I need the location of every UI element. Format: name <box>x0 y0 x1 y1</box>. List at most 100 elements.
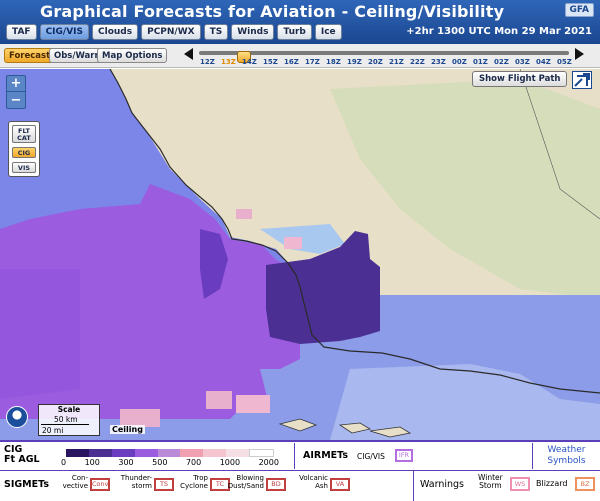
sigmet-item: Blowing Dust/Sand BD <box>226 474 290 498</box>
zoom-out-button[interactable]: − <box>7 93 25 109</box>
visibility-layer-button[interactable]: VIS <box>12 162 36 173</box>
timeline-hour-00z[interactable]: 00Z <box>452 58 467 67</box>
cig-tick-label: 2000 <box>258 458 279 467</box>
warnings-label: Warnings <box>420 479 465 490</box>
timeline-hour-20z[interactable]: 20Z <box>368 58 383 67</box>
winter-storm-label: Winter Storm <box>478 473 503 490</box>
page-title: Graphical Forecasts for Aviation - Ceili… <box>40 2 505 21</box>
timeline-hour-02z[interactable]: 02Z <box>494 58 509 67</box>
sigmet-item: Thunder- storm TS <box>114 474 178 498</box>
mvfr-patch <box>236 209 252 219</box>
airmet-cig-vis-label: CIG/VIS <box>357 452 385 461</box>
timeline-hour-12z[interactable]: 12Z <box>200 58 215 67</box>
cig-tick-label: 1000 <box>219 458 241 467</box>
timeline-hour-21z[interactable]: 21Z <box>389 58 404 67</box>
step-forward-icon[interactable] <box>575 48 584 60</box>
sigmet-item: Trop Cyclone TC <box>170 474 234 498</box>
tab-winds[interactable]: Winds <box>231 24 275 40</box>
timeline-hour-13z[interactable]: 13Z <box>221 58 236 67</box>
forecast-button[interactable]: Forecast <box>4 48 56 63</box>
scale-mi-label: 20 mi <box>42 426 64 435</box>
scale-bar <box>41 424 89 425</box>
timeline-hour-22z[interactable]: 22Z <box>410 58 425 67</box>
sigmet-swatch: Conv <box>90 478 110 491</box>
sigmet-label: Trop Cyclone <box>180 474 208 490</box>
tab-clouds[interactable]: Clouds <box>92 24 139 40</box>
cig-color-bar <box>66 449 275 457</box>
timeline-hour-01z[interactable]: 01Z <box>473 58 488 67</box>
sigmet-label: Con- vective <box>62 474 88 490</box>
cig-title-line2: Ft AGL <box>4 454 40 465</box>
timeline-hour-04z[interactable]: 04Z <box>536 58 551 67</box>
timeline-hour-16z[interactable]: 16Z <box>284 58 299 67</box>
weather-symbols-link[interactable]: Weather Symbols <box>532 443 600 469</box>
cig-ticks: 0 100 300 500 700 1000 2000 <box>61 458 279 467</box>
map-canvas <box>0 69 600 440</box>
gfa-badge[interactable]: GFA <box>564 3 594 17</box>
mvfr-patch <box>284 237 302 249</box>
noaa-logo <box>6 406 28 428</box>
map-scale: Scale 50 km 20 mi <box>38 404 100 436</box>
airmets-section: AIRMETs CIG/VIS IFR <box>294 443 530 469</box>
mvfr-patch <box>236 395 270 413</box>
cig-tick-label: 0 <box>61 458 67 467</box>
tab-pcpn-wx[interactable]: PCPN/WX <box>141 24 201 40</box>
show-flight-path-button[interactable]: Show Flight Path <box>472 71 568 87</box>
timeline-hour-15z[interactable]: 15Z <box>263 58 278 67</box>
timeline-hour-14z[interactable]: 14Z <box>242 58 257 67</box>
sigmet-swatch: BD <box>266 478 286 491</box>
legend: CIG Ft AGL 0 100 300 500 700 1000 2000 AIRMETs… <box>0 440 600 501</box>
cig-color-segment <box>203 449 227 457</box>
cig-color-segment <box>180 449 204 457</box>
scale-km-label: 50 km <box>54 415 78 424</box>
tab-ts[interactable]: TS <box>203 24 229 40</box>
product-tabs: TAF CIG/VIS Clouds PCPN/WX TS Winds Turb… <box>6 24 342 40</box>
airmet-ifr-swatch: IFR <box>395 449 413 462</box>
tab-turb[interactable]: Turb <box>277 24 312 40</box>
time-slider-track[interactable] <box>199 51 569 63</box>
expand-icon[interactable] <box>572 71 592 89</box>
forecast-time-label: +2hr 1300 UTC Mon 29 Mar 2021 <box>406 26 592 37</box>
timeline-hour-17z[interactable]: 17Z <box>305 58 320 67</box>
tab-cig-vis[interactable]: CIG/VIS <box>39 24 89 40</box>
cig-color-segment <box>66 449 89 457</box>
cig-tick-label: 300 <box>118 458 134 467</box>
sigmet-swatch: VA <box>330 478 350 491</box>
sigmet-item: Volcanic Ash VA <box>290 474 354 498</box>
scale-title: Scale <box>57 405 81 414</box>
sigmet-label: Volcanic Ash <box>299 474 328 490</box>
ceiling-layer-button[interactable]: CIG <box>12 147 36 158</box>
tab-taf[interactable]: TAF <box>6 24 37 40</box>
cig-color-segment <box>134 449 158 457</box>
winter-storm-swatch: WS <box>510 477 530 491</box>
airmets-label: AIRMETs <box>303 450 349 461</box>
step-back-icon[interactable] <box>184 48 193 60</box>
ifr-region <box>0 269 80 399</box>
timeline-hour-03z[interactable]: 03Z <box>515 58 530 67</box>
cig-color-segment <box>111 449 135 457</box>
warnings-section: Warnings Winter Storm WS Blizzard BZ <box>413 471 600 501</box>
zoom-control: + − <box>6 75 26 109</box>
sigmet-item: Con- vective Conv <box>50 474 114 498</box>
toolbar: Forecast Obs/Warn Map Options 12Z 13Z 14Z 1… <box>0 44 600 68</box>
mvfr-patch <box>206 391 232 409</box>
timeline-hour-ticks: 12Z 13Z 14Z 15Z 16Z 17Z 18Z 19Z 20Z 21Z 22Z 23Z 00Z 0… <box>200 58 572 67</box>
blizzard-label: Blizzard <box>536 479 568 488</box>
sigmet-label: Thunder- storm <box>120 474 152 490</box>
layer-control: FLT CAT CIG VIS <box>8 121 40 177</box>
zoom-in-button[interactable]: + <box>7 76 25 92</box>
forecast-map[interactable]: + − FLT CAT CIG VIS Show Flight Path Sca… <box>0 69 600 440</box>
time-slider[interactable]: 12Z 13Z 14Z 15Z 16Z 17Z 18Z 19Z 20Z 21Z 22Z 23Z 00Z 0… <box>184 46 584 66</box>
timeline-hour-19z[interactable]: 19Z <box>347 58 362 67</box>
timeline-hour-05z[interactable]: 05Z <box>557 58 572 67</box>
tab-ice[interactable]: Ice <box>314 24 342 40</box>
cig-color-segment <box>88 449 112 457</box>
sigmet-label: Blowing Dust/Sand <box>227 474 264 490</box>
timeline-hour-18z[interactable]: 18Z <box>326 58 341 67</box>
map-options-button[interactable]: Map Options <box>97 48 168 63</box>
cig-tick-label: 100 <box>84 458 100 467</box>
sigmets-label: SIGMETs <box>4 479 49 490</box>
cig-color-segment <box>226 449 250 457</box>
timeline-hour-23z[interactable]: 23Z <box>431 58 446 67</box>
flight-category-button[interactable]: FLT CAT <box>12 125 36 143</box>
